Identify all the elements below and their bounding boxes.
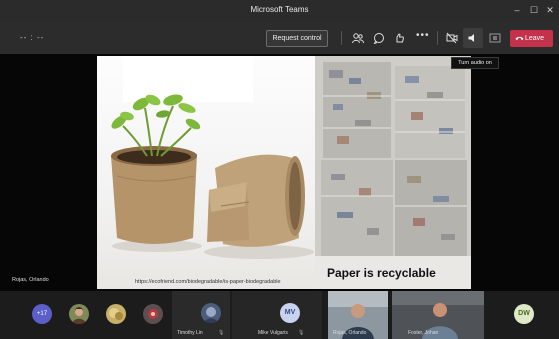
title-bar: Microsoft Teams – ☐ ✕ [0,0,559,22]
leave-label: Leave [525,35,545,42]
participant-photo [106,304,126,324]
participant-name: Rojas, Orlando [333,330,367,336]
participant-tile-rojas-orlando[interactable]: Rojas, Orlando [328,291,388,339]
leave-button[interactable]: Leave [510,30,553,47]
participant-photo [143,304,163,324]
paper-bales-illustration [315,56,471,289]
slide-source-url: https://ecofriend.com/biodegradable/is-p… [135,279,281,285]
more-actions-button[interactable]: ••• [416,30,430,41]
speaker-icon [468,34,474,42]
mic-muted-icon: 🎙 [298,330,305,336]
speaker-tooltip: Turn audio on [451,57,499,69]
slide-caption: Paper is recyclable [327,266,436,280]
participant-avatar [201,303,221,323]
minimize-button[interactable]: – [511,4,523,16]
seedling-illustration [111,56,314,259]
close-button[interactable]: ✕ [544,4,556,16]
participant-photo [201,303,221,323]
request-control-button[interactable]: Request control [266,30,328,47]
participant-avatar[interactable] [143,304,163,324]
participant-tile-timothy-lin[interactable]: Timothy Lin 🎙 [172,291,230,339]
share-screen-icon[interactable] [489,32,501,44]
camera-off-icon[interactable] [446,32,458,44]
maximize-button[interactable]: ☐ [528,4,540,16]
toolbar-divider [437,31,438,45]
participant-tile-mike-vulgaris[interactable]: MV Mike Vulgaris 🎙 [232,291,322,339]
participants-strip: +17 Timothy Lin 🎙 MV Mike Vulgaris 🎙 Roj… [0,291,559,339]
participant-name: Mike Vulgaris [258,330,288,336]
window-title: Microsoft Teams [250,5,309,14]
shared-screen-stage: https://ecofriend.com/biodegradable/is-p… [0,54,559,291]
phone-hangup-icon [515,36,524,41]
chat-icon[interactable] [373,32,385,44]
speaker-button[interactable] [463,28,483,48]
participant-name: Foster, Johan [408,330,439,336]
toolbar-divider [341,31,342,45]
meeting-toolbar: -- : -- Request control ••• Leave [0,22,559,54]
teams-window: Microsoft Teams – ☐ ✕ -- : -- Request co… [0,0,559,339]
participant-name: Timothy Lin [177,330,203,336]
participant-photo [69,304,89,324]
seedling-tube-photo: https://ecofriend.com/biodegradable/is-p… [97,56,315,289]
paper-bales-photo: Paper is recyclable [315,56,471,289]
more-participants-button[interactable]: +17 [32,304,52,324]
people-icon[interactable] [352,32,364,44]
participant-avatar[interactable] [69,304,89,324]
participant-tile-foster-johan[interactable]: Foster, Johan [392,291,484,339]
presenter-name: Rojas, Orlando [12,277,49,283]
shared-slide: https://ecofriend.com/biodegradable/is-p… [97,56,471,289]
reactions-icon[interactable] [394,32,406,44]
participant-initials: MV [280,303,300,323]
mic-muted-icon: 🎙 [218,330,225,336]
participant-initials-dw[interactable]: DW [514,304,534,324]
participant-avatar[interactable] [106,304,126,324]
meeting-timer: -- : -- [20,33,45,42]
